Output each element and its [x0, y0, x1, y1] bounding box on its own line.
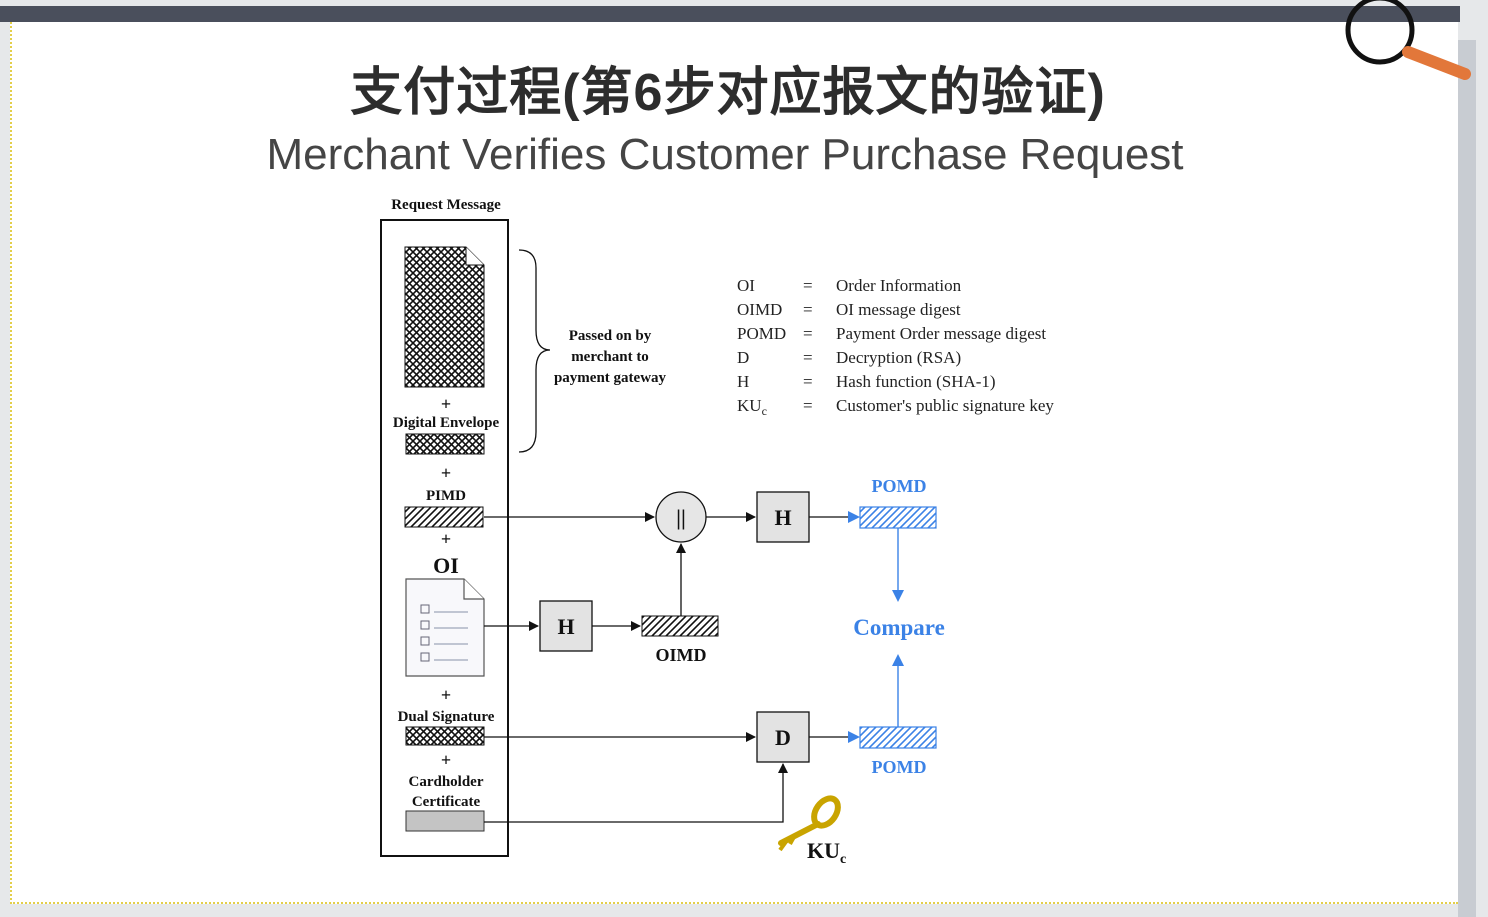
compare-label: Compare — [853, 615, 945, 640]
hash-label-oi: H — [557, 614, 574, 639]
plus-sign: + — [441, 529, 451, 549]
legend-def: Order Information — [836, 276, 962, 295]
legend: OI = Order Information OIMD = OI message… — [737, 276, 1054, 418]
document-icon — [404, 246, 485, 388]
pimd-block — [404, 506, 484, 528]
legend-abbr: H — [737, 372, 749, 391]
plus-sign: + — [441, 750, 451, 770]
key-label: KUc — [807, 838, 846, 867]
plus-sign: + — [441, 685, 451, 705]
document-icon — [405, 578, 485, 677]
legend-eq: = — [803, 396, 813, 415]
curly-brace — [518, 249, 551, 453]
arrow-certificate-to-decrypt — [484, 763, 788, 823]
legend-abbr: OIMD — [737, 300, 782, 319]
dual-signature-label: Dual Signature — [398, 709, 495, 725]
oimd-block — [641, 615, 719, 637]
oimd-label: OIMD — [656, 645, 707, 665]
legend-abbr: POMD — [737, 324, 786, 343]
legend-eq: = — [803, 300, 813, 319]
legend-def: Hash function (SHA-1) — [836, 372, 996, 391]
legend-eq: = — [803, 372, 813, 391]
legend-def: Decryption (RSA) — [836, 348, 961, 367]
cardholder-certificate-block — [405, 810, 485, 832]
legend-eq: = — [803, 348, 813, 367]
passed-on-text-line1: Passed on by — [569, 328, 652, 344]
digital-envelope-block — [405, 433, 485, 455]
pomd-block-top — [859, 506, 937, 529]
legend-def: Payment Order message digest — [836, 324, 1046, 343]
pimd-label: PIMD — [426, 488, 466, 504]
cardholder-label-line1: Cardholder — [409, 774, 484, 790]
decrypt-label: D — [775, 725, 791, 750]
legend-eq: = — [803, 324, 813, 343]
legend-def: Customer's public signature key — [836, 396, 1054, 415]
digital-envelope-label: Digital Envelope — [393, 415, 500, 431]
request-message-label: Request Message — [391, 197, 501, 213]
legend-abbr: D — [737, 348, 749, 367]
legend-eq: = — [803, 276, 813, 295]
cardholder-label-line2: Certificate — [412, 794, 481, 810]
plus-sign: + — [441, 394, 451, 414]
oi-label: OI — [433, 553, 459, 578]
pomd-label-top: POMD — [872, 476, 927, 496]
legend-def: OI message digest — [836, 300, 961, 319]
hash-label-top: H — [774, 505, 791, 530]
dual-signature-block — [405, 726, 485, 746]
magnifier-icon — [1345, 0, 1471, 80]
legend-abbr: KUc — [737, 396, 767, 418]
plus-sign: + — [441, 463, 451, 483]
passed-on-text-line2: merchant to — [571, 349, 649, 365]
pomd-label-bottom: POMD — [872, 757, 927, 777]
concat-symbol: || — [676, 505, 686, 530]
legend-abbr: OI — [737, 276, 755, 295]
passed-on-text-line3: payment gateway — [554, 370, 667, 386]
pomd-block-bottom — [859, 726, 937, 749]
diagram: Request Message + Digital Envelope + PIM… — [380, 0, 1471, 867]
